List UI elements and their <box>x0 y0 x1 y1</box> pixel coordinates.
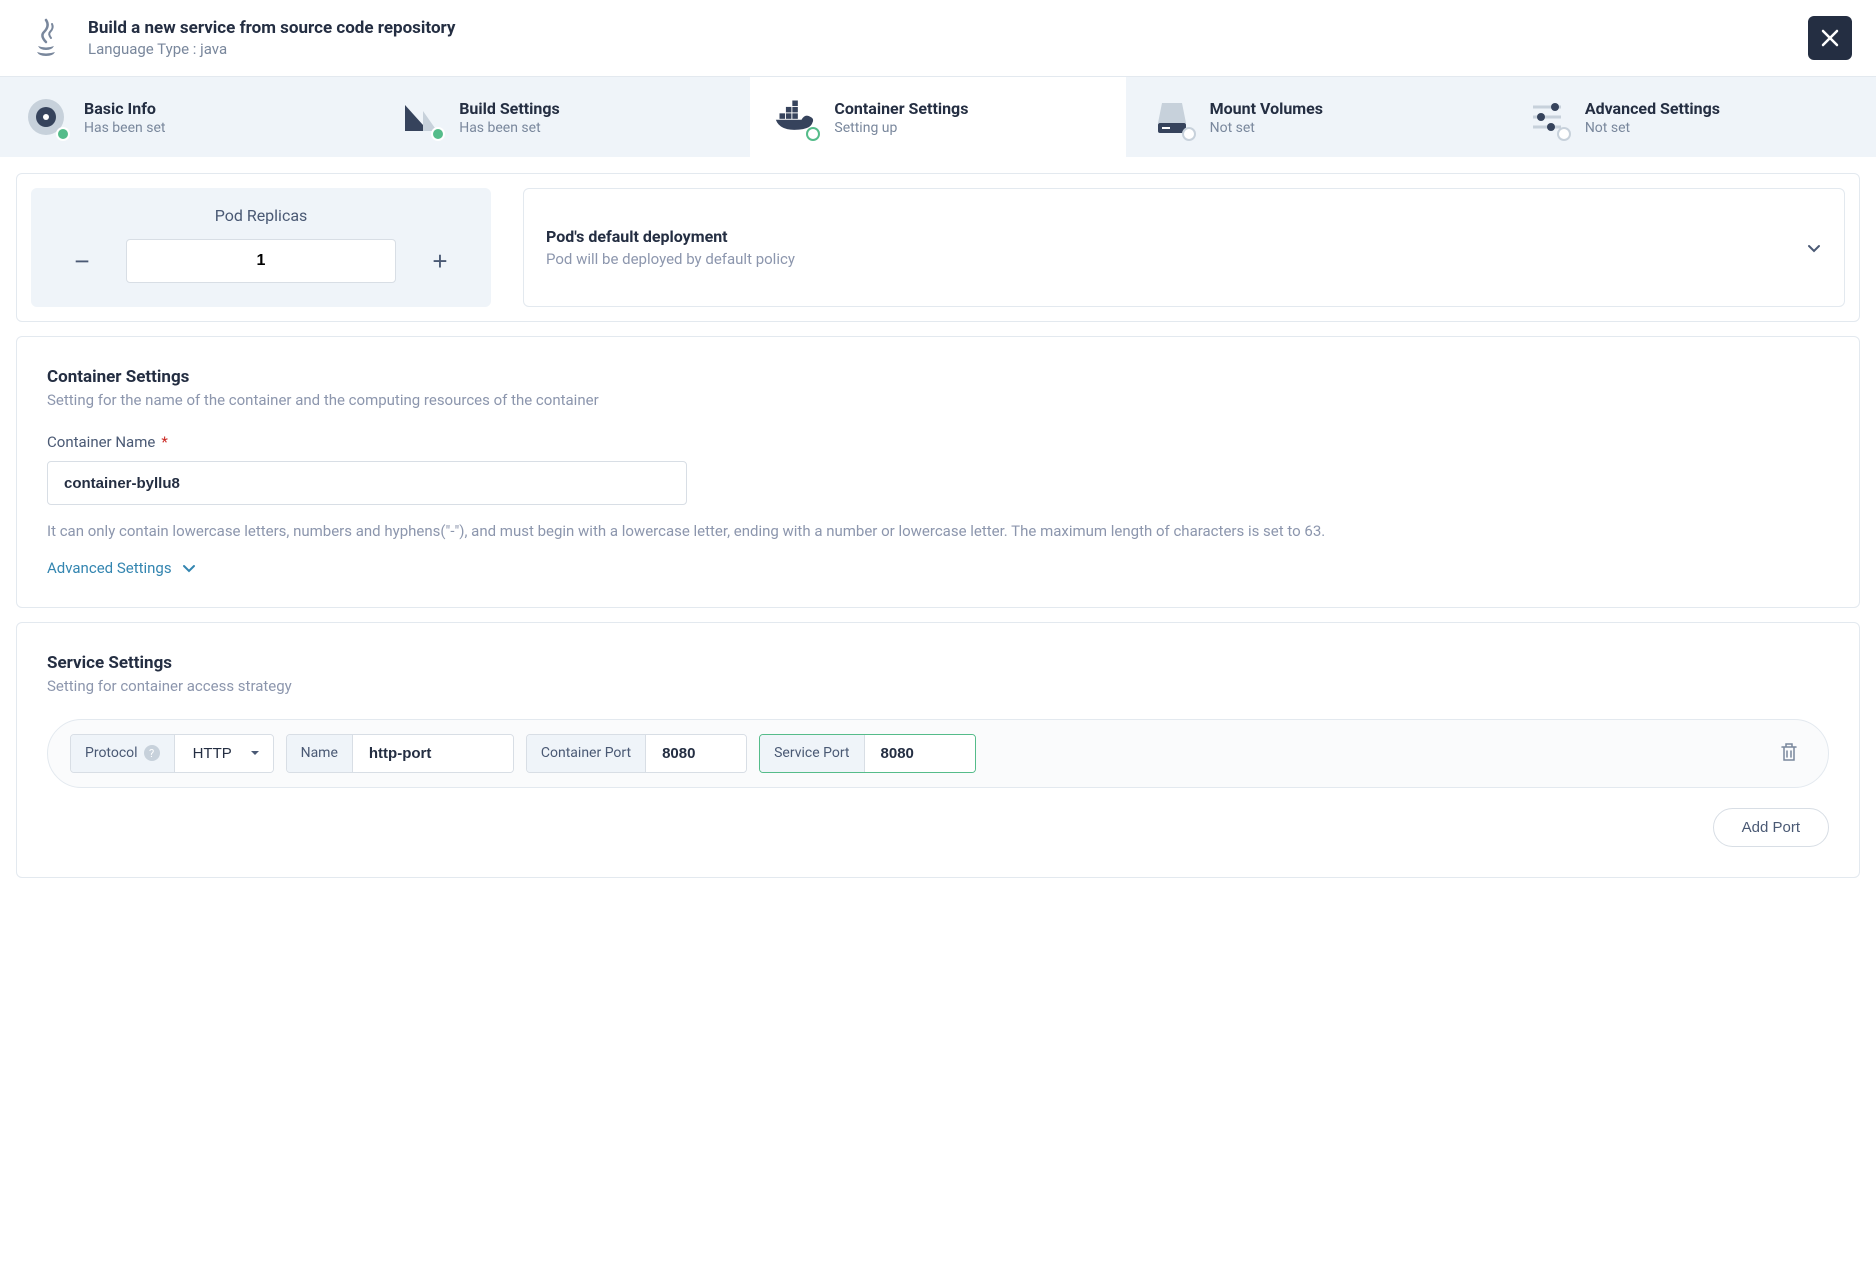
replicas-stepper: − + <box>55 239 467 283</box>
tab-mount-volumes[interactable]: Mount Volumes Not set <box>1126 77 1501 157</box>
tab-title: Build Settings <box>459 99 560 118</box>
tab-status: Has been set <box>459 120 560 136</box>
container-name-label: Container Name* <box>47 433 1829 451</box>
service-settings-card: Service Settings Setting for container a… <box>16 622 1860 878</box>
header-text: Build a new service from source code rep… <box>88 18 455 58</box>
tab-title: Mount Volumes <box>1210 99 1323 118</box>
page-title: Build a new service from source code rep… <box>88 18 455 38</box>
deployment-box[interactable]: Pod's default deployment Pod will be dep… <box>523 188 1845 307</box>
container-port-label: Container Port <box>527 735 646 772</box>
replicas-input[interactable] <box>126 239 396 283</box>
port-row: Protocol ? HTTP Name <box>47 719 1829 788</box>
header-left: Build a new service from source code rep… <box>24 16 455 60</box>
tab-status: Has been set <box>84 120 165 136</box>
decrement-button[interactable]: − <box>66 245 98 277</box>
basic-info-icon <box>24 95 68 139</box>
pod-replicas: Pod Replicas − + <box>31 188 491 307</box>
deployment-text: Pod's default deployment Pod will be dep… <box>546 227 795 268</box>
pod-replicas-label: Pod Replicas <box>55 206 467 225</box>
deployment-desc: Pod will be deployed by default policy <box>546 250 795 268</box>
advanced-settings-icon <box>1525 95 1569 139</box>
tab-container-settings[interactable]: Container Settings Setting up <box>750 77 1125 157</box>
tab-title: Basic Info <box>84 99 165 118</box>
pod-card: Pod Replicas − + Pod's default deploymen… <box>16 173 1860 322</box>
tab-text: Advanced Settings Not set <box>1585 99 1720 136</box>
container-name-help: It can only contain lowercase letters, n… <box>47 519 1829 545</box>
port-name-field: Name <box>286 734 514 773</box>
section-subtitle: Setting for container access strategy <box>47 677 1829 695</box>
section-subtitle: Setting for the name of the container an… <box>47 391 1829 409</box>
help-icon[interactable]: ? <box>144 745 160 761</box>
protocol-field: Protocol ? HTTP <box>70 734 274 773</box>
add-port-button[interactable]: Add Port <box>1713 808 1829 847</box>
container-port-input[interactable] <box>646 735 746 772</box>
section-title: Service Settings <box>47 653 1829 673</box>
tab-text: Build Settings Has been set <box>459 99 560 136</box>
delete-port-button[interactable] <box>1772 734 1806 773</box>
service-port-label: Service Port <box>760 735 864 772</box>
increment-button[interactable]: + <box>424 245 456 277</box>
page-subtitle: Language Type : java <box>88 40 455 58</box>
java-icon <box>24 16 68 60</box>
container-settings-card: Container Settings Setting for the name … <box>16 336 1860 608</box>
tab-text: Basic Info Has been set <box>84 99 165 136</box>
content: Pod Replicas − + Pod's default deploymen… <box>0 157 1876 908</box>
header: Build a new service from source code rep… <box>0 0 1876 77</box>
port-name-input[interactable] <box>353 735 513 772</box>
close-button[interactable] <box>1808 16 1852 60</box>
service-port-input[interactable] <box>865 735 975 772</box>
chevron-down-icon <box>1806 240 1822 256</box>
tabs: Basic Info Has been set Build Settings H… <box>0 77 1876 157</box>
tab-status: Setting up <box>834 120 968 136</box>
chevron-down-icon <box>182 561 196 575</box>
deployment-title: Pod's default deployment <box>546 227 795 246</box>
advanced-settings-link[interactable]: Advanced Settings <box>47 559 196 577</box>
tab-advanced-settings[interactable]: Advanced Settings Not set <box>1501 77 1876 157</box>
protocol-label: Protocol ? <box>71 735 175 772</box>
build-settings-icon <box>399 95 443 139</box>
mount-volumes-icon <box>1150 95 1194 139</box>
close-icon <box>1819 27 1841 49</box>
tab-title: Advanced Settings <box>1585 99 1720 118</box>
port-name-label: Name <box>287 735 353 772</box>
container-settings-icon <box>774 95 818 139</box>
tab-status: Not set <box>1585 120 1720 136</box>
container-port-field: Container Port <box>526 734 747 773</box>
tab-build-settings[interactable]: Build Settings Has been set <box>375 77 750 157</box>
tab-title: Container Settings <box>834 99 968 118</box>
tab-basic-info[interactable]: Basic Info Has been set <box>0 77 375 157</box>
protocol-select[interactable]: HTTP <box>175 735 273 772</box>
section-title: Container Settings <box>47 367 1829 387</box>
container-name-input[interactable] <box>47 461 687 505</box>
tab-text: Mount Volumes Not set <box>1210 99 1323 136</box>
tab-status: Not set <box>1210 120 1323 136</box>
trash-icon <box>1780 742 1798 762</box>
tab-text: Container Settings Setting up <box>834 99 968 136</box>
service-port-field: Service Port <box>759 734 975 773</box>
